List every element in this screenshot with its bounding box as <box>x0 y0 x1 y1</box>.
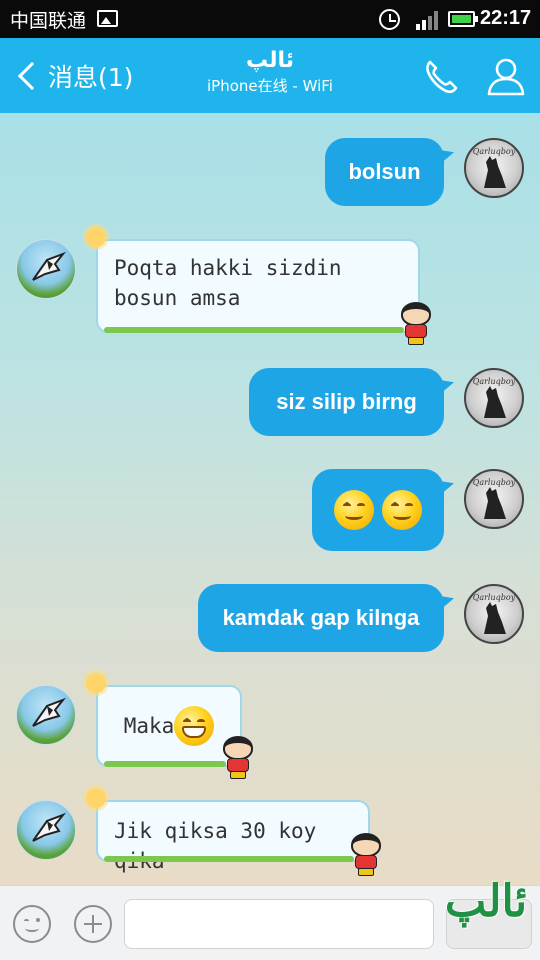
contact-avatar[interactable] <box>16 685 76 745</box>
plus-icon[interactable] <box>74 905 112 943</box>
self-avatar[interactable]: Qarluqboy <box>464 469 524 529</box>
avatar-text: Qarluqboy <box>473 147 516 156</box>
smile-emoji-icon <box>382 490 422 530</box>
back-button[interactable]: 消息(1) <box>12 54 133 98</box>
message-text: Poqta hakki sizdin bosun amsa <box>114 256 342 310</box>
incoming-message-bubble[interactable]: Jik qiksa 30 koy qika <box>86 788 370 873</box>
grass-decoration <box>104 856 354 862</box>
contact-avatar[interactable] <box>16 239 76 299</box>
wolf-moon-icon: Qarluqboy <box>473 377 516 418</box>
self-avatar[interactable]: Qarluqboy <box>464 138 524 198</box>
clock: 22:17 <box>480 7 532 29</box>
message-text: bolsun <box>348 159 421 184</box>
bird-icon <box>32 251 67 281</box>
message-text: siz silip birng <box>276 389 417 414</box>
alarm-icon <box>379 9 400 30</box>
grass-decoration <box>104 327 404 333</box>
wolf-moon-icon: Qarluqboy <box>473 478 516 519</box>
message-text: kamdak gap kilnga <box>222 605 420 630</box>
signal-icon <box>410 8 440 30</box>
smile-emoji-icon <box>334 490 374 530</box>
outgoing-message-bubble[interactable]: bolsun <box>325 138 444 206</box>
sun-decoration-icon <box>86 227 106 247</box>
chat-header: 消息(1) ئالپ iPhone在线 - WiFi <box>0 38 540 113</box>
watermark-logo: ئالپ <box>444 876 528 927</box>
sun-decoration-icon <box>86 788 106 808</box>
cartoon-boy-sticker-icon <box>397 302 435 346</box>
cartoon-boy-sticker-icon <box>219 736 257 780</box>
outgoing-message-bubble[interactable]: siz silip birng <box>249 368 444 436</box>
battery-icon <box>448 11 478 27</box>
message-input[interactable] <box>124 899 434 949</box>
self-avatar[interactable]: Qarluqboy <box>464 368 524 428</box>
message-text: Maka <box>123 714 175 738</box>
gallery-notification-icon <box>97 10 118 27</box>
grass-decoration <box>104 761 226 767</box>
sun-decoration-icon <box>86 673 106 693</box>
person-icon[interactable] <box>484 54 528 98</box>
self-avatar[interactable]: Qarluqboy <box>464 584 524 644</box>
status-bar: 中国联通 22:17 <box>0 0 540 38</box>
phone-icon[interactable] <box>420 54 464 98</box>
contact-name: ئالپ <box>245 48 295 73</box>
incoming-message-bubble[interactable]: Poqta hakki sizdin bosun amsa <box>86 227 420 333</box>
back-label: 消息(1) <box>48 63 134 92</box>
message-text: Jik qiksa 30 koy qika <box>114 819 317 873</box>
contact-avatar[interactable] <box>16 800 76 860</box>
emoji-icon[interactable] <box>13 905 51 943</box>
cartoon-boy-sticker-icon <box>347 833 385 877</box>
carrier-label: 中国联通 <box>10 10 87 32</box>
chevron-left-icon <box>17 61 47 91</box>
outgoing-message-bubble[interactable]: kamdak gap kilnga <box>198 584 444 652</box>
chat-area[interactable]: bolsun Qarluqboy Poqta hakki sizdin bosu… <box>0 113 540 885</box>
outgoing-message-bubble[interactable] <box>312 469 444 551</box>
contact-info[interactable]: ئالپ iPhone在线 - WiFi <box>150 48 390 96</box>
wolf-moon-icon: Qarluqboy <box>473 147 516 188</box>
grin-emoji-icon <box>174 706 215 746</box>
bird-icon <box>32 812 67 842</box>
avatar-text: Qarluqboy <box>473 478 516 487</box>
contact-status: iPhone在线 - WiFi <box>207 77 333 95</box>
avatar-text: Qarluqboy <box>473 377 516 386</box>
avatar-text: Qarluqboy <box>473 593 516 602</box>
bird-icon <box>32 697 67 727</box>
wolf-moon-icon: Qarluqboy <box>473 593 516 634</box>
